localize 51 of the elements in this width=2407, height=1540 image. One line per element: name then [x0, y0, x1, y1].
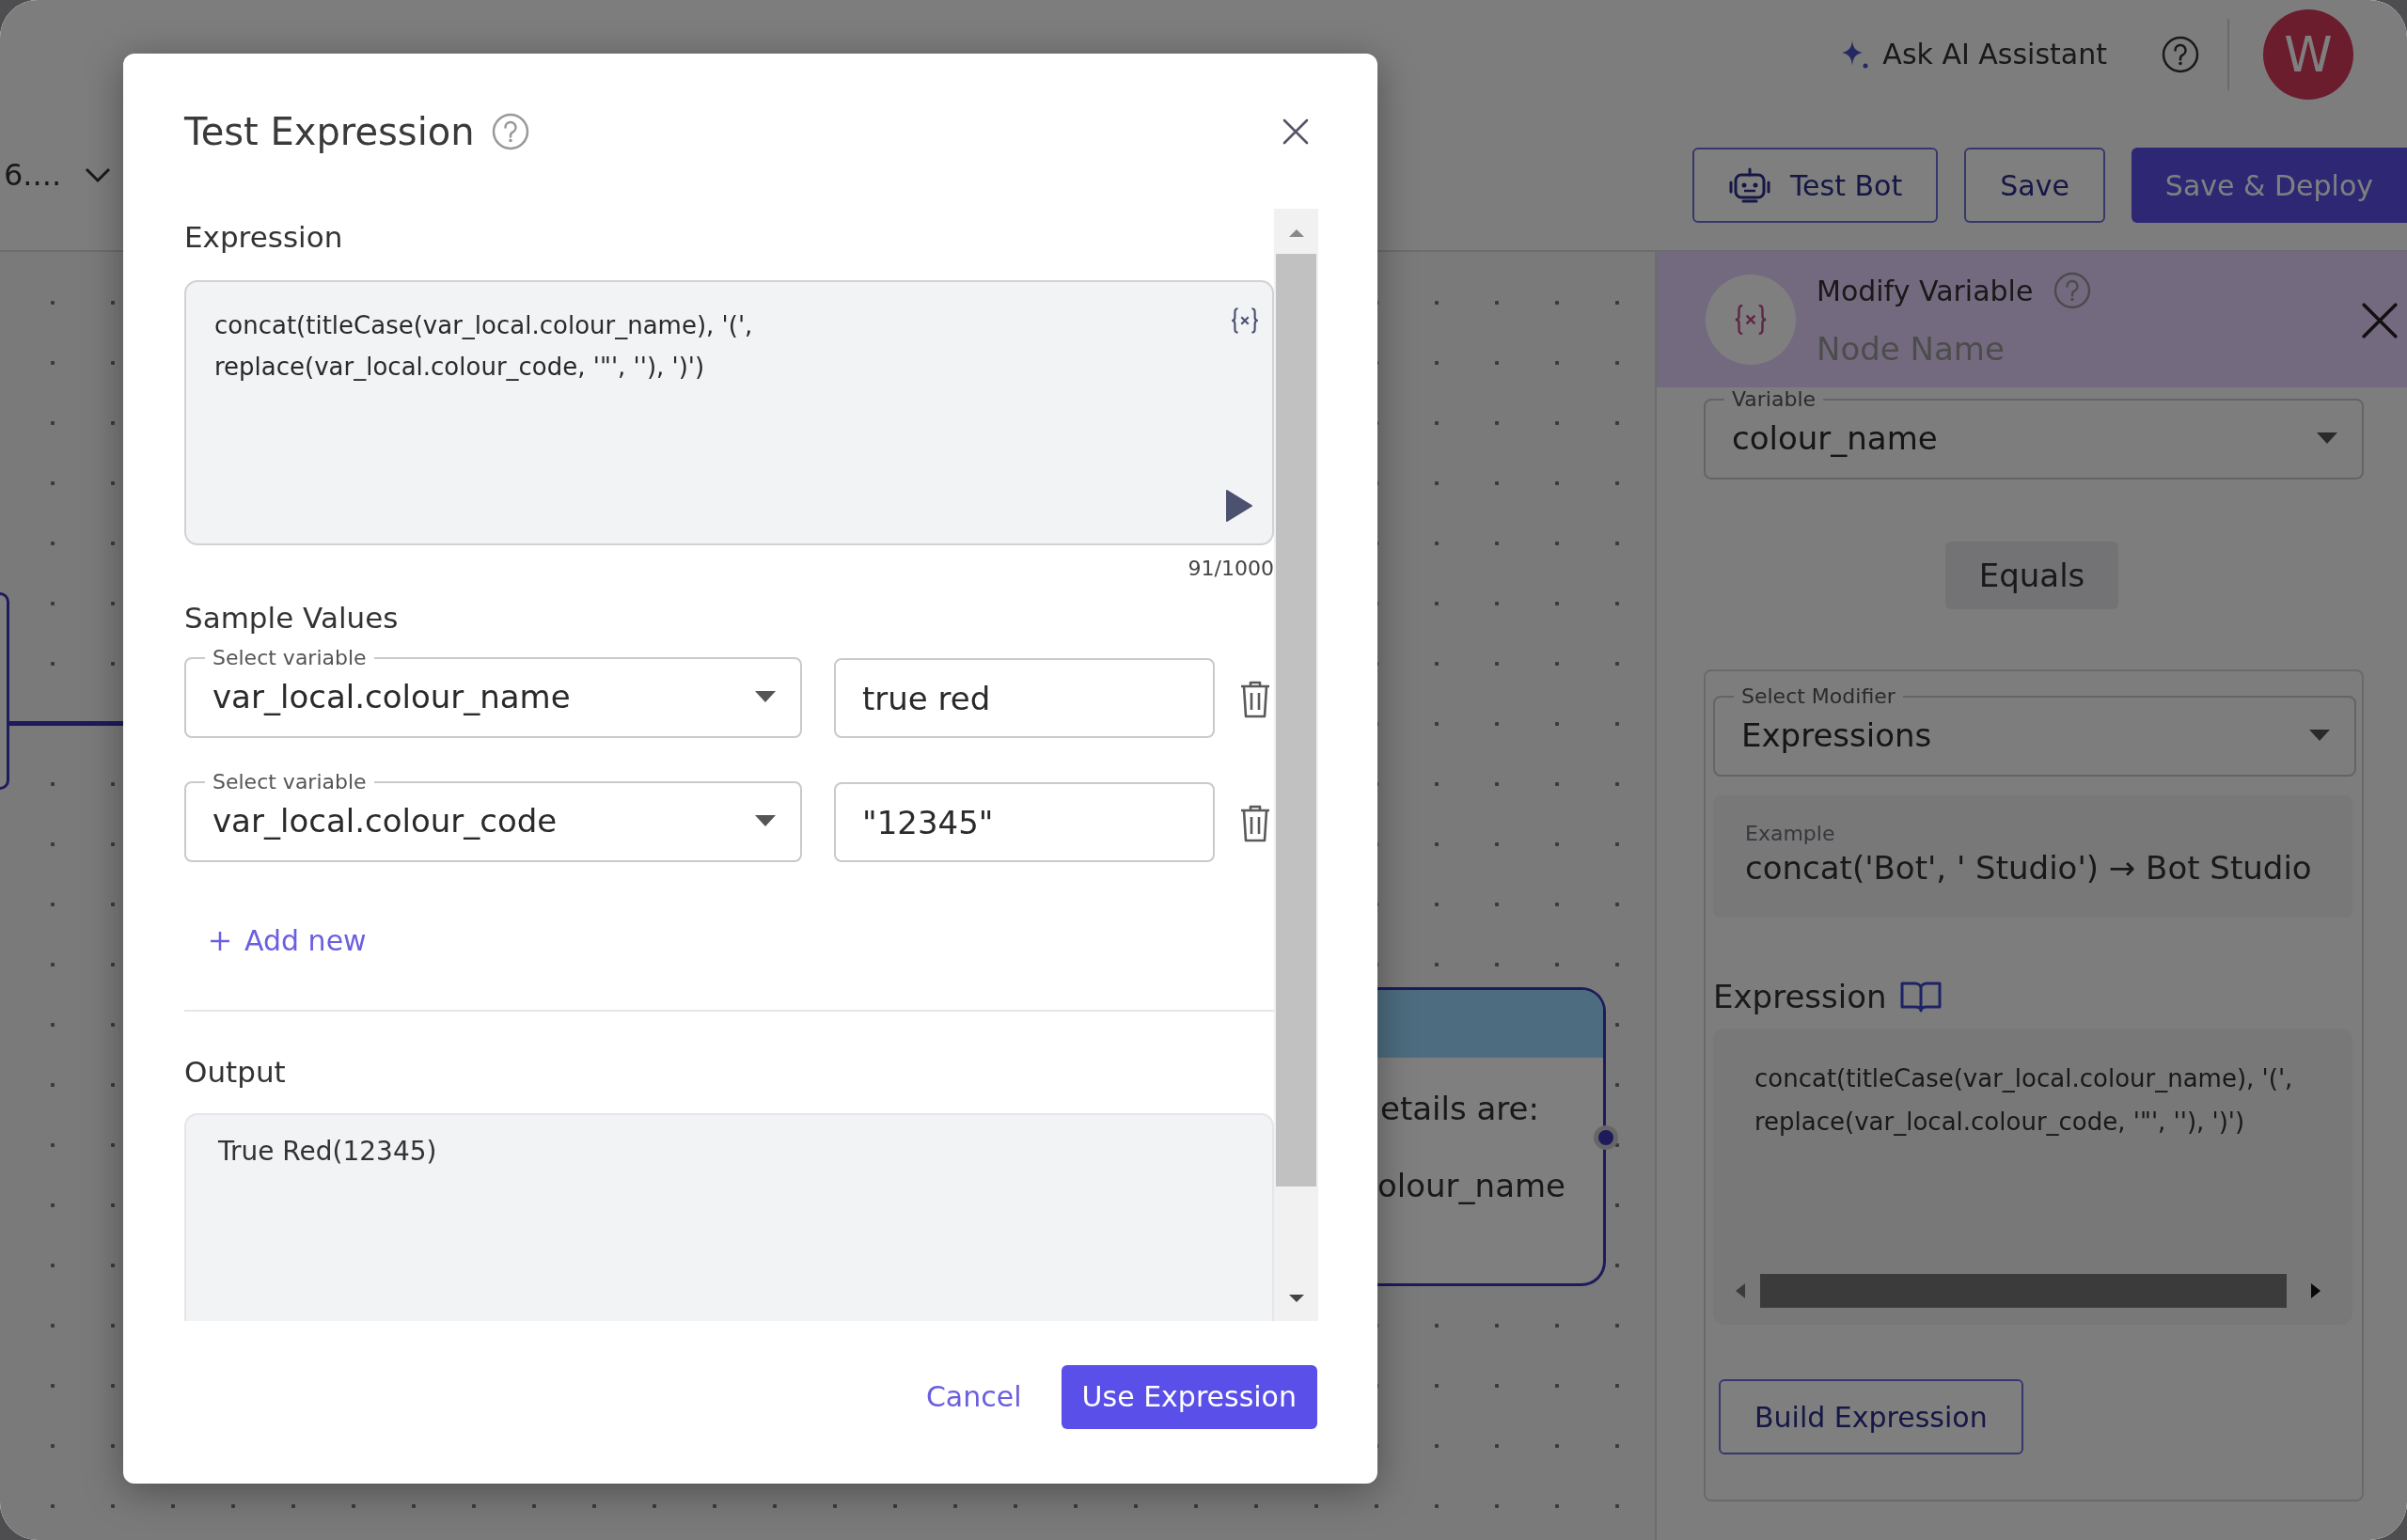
panel-title: Modify Variable: [1817, 274, 2034, 307]
node-text: etails are:: [1379, 1090, 1540, 1127]
action-button[interactable]: Use Expression: [1061, 1364, 1317, 1429]
variables-icon[interactable]: [1229, 305, 1261, 337]
trash-icon[interactable]: [1239, 680, 1271, 719]
help-icon[interactable]: [491, 112, 529, 150]
field-label: Select variable: [212, 646, 368, 670]
scrollbar[interactable]: [1274, 209, 1318, 1321]
node-card[interactable]: etails are: olour_name: [1377, 987, 1606, 1286]
section-label: Expression: [184, 220, 344, 254]
field-label: Select variable: [212, 770, 368, 794]
action-button[interactable]: Save: [1964, 148, 2105, 223]
close-icon[interactable]: [1282, 117, 1310, 146]
caret-icon: [2309, 730, 2330, 741]
action-button[interactable]: Save & Deploy: [2131, 148, 2407, 223]
ai-assistant-link[interactable]: Ask AI Assistant: [1882, 38, 2107, 71]
example-label: Example: [1745, 822, 1836, 845]
output-box: True Red(12345): [184, 1113, 1274, 1321]
section-label: Sample Values: [184, 601, 400, 635]
caret-icon: [2317, 432, 2337, 444]
plus-icon: [209, 929, 231, 952]
project-name[interactable]: 6....: [4, 157, 62, 193]
caret-icon: [755, 691, 776, 702]
avatar[interactable]: W: [2263, 8, 2353, 100]
value-field[interactable]: true red: [834, 658, 1215, 738]
field-label: Select Modifier: [1740, 684, 1896, 709]
help-icon[interactable]: [2162, 35, 2199, 73]
node-card[interactable]: [0, 592, 9, 790]
caret-icon: [755, 815, 776, 826]
node-text: olour_name: [1377, 1167, 1566, 1204]
chevron-icon[interactable]: [84, 166, 113, 183]
build-expression-button[interactable]: Build Expression: [1719, 1379, 2023, 1454]
field-label: Variable: [1731, 387, 1817, 412]
expression-label: Expression: [1713, 978, 1887, 1015]
expression-field[interactable]: concat(titleCase(var_local.colour_name), '(', replace(var_local.colour_code, '"', ''), ')'): [184, 280, 1274, 545]
character-counter: 91/1000: [1187, 557, 1274, 580]
add-new-label: Add new: [244, 924, 367, 957]
dialog-title: Test Expression: [184, 109, 475, 153]
trash-icon[interactable]: [1239, 804, 1271, 843]
value-field[interactable]: "12345": [834, 782, 1215, 862]
expression-field[interactable]: concat(titleCase(var_local.colour_name), '(', replace(var_local.colour_code, '"', ''), ')'): [1713, 1029, 2352, 1325]
section-label: Output: [184, 1055, 287, 1089]
close-icon[interactable]: [2360, 301, 2399, 340]
play-icon[interactable]: [1225, 489, 1253, 523]
example-text: concat('Bot', ' Studio') → Bot Studio: [1745, 849, 2313, 887]
port-handle[interactable]: [1593, 1124, 1619, 1151]
add-new-link[interactable]: Add new: [209, 924, 367, 957]
operator-chip[interactable]: Equals: [1945, 542, 2118, 609]
robot-icon: [1727, 165, 1771, 205]
cancel-button[interactable]: Cancel: [914, 1364, 1033, 1429]
action-button[interactable]: Test Bot: [1691, 148, 1939, 223]
